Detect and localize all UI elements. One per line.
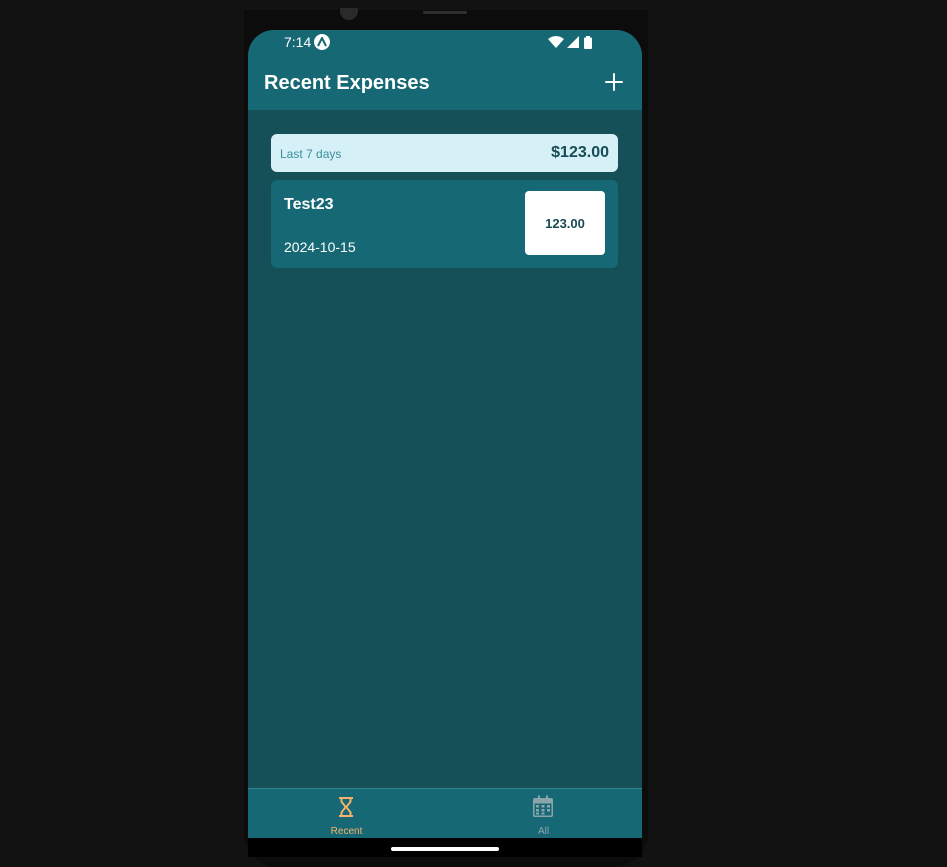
tab-all-label: All	[537, 826, 550, 837]
expense-description: Test23	[284, 196, 334, 213]
summary-period: Last 7 days	[280, 147, 342, 161]
expense-amount-box: 123.00	[525, 191, 605, 255]
expenses-summary: Last 7 days $123.00	[271, 134, 618, 172]
tab-all[interactable]: All	[445, 789, 642, 839]
expense-item[interactable]: Test23 2024-10-15 123.00	[271, 180, 618, 268]
status-time: 7:14	[284, 34, 312, 50]
expense-date: 2024-10-15	[284, 239, 356, 255]
summary-sum: $123.00	[551, 144, 609, 161]
system-navigation-area	[248, 838, 642, 857]
app-header: 7:14 Recent Expenses	[248, 30, 642, 110]
expense-amount: 123.00	[545, 215, 585, 231]
calendar-icon	[533, 795, 553, 817]
gesture-handle[interactable]	[391, 847, 499, 851]
battery-icon	[584, 36, 592, 49]
status-bar: 7:14	[248, 30, 642, 56]
tab-recent-label: Recent	[330, 826, 363, 837]
wifi-icon	[548, 36, 564, 48]
app-screen: 7:14 Recent Expenses Last 7 days $123.00…	[248, 30, 642, 857]
plus-icon	[605, 73, 623, 91]
app-notification-icon	[314, 34, 330, 50]
earpiece	[423, 11, 467, 14]
page-title: Recent Expenses	[264, 72, 430, 94]
tab-recent[interactable]: Recent	[248, 789, 445, 839]
signal-icon	[567, 36, 579, 48]
hourglass-icon	[339, 797, 353, 817]
add-expense-button[interactable]	[602, 70, 626, 94]
expenses-output: Last 7 days $123.00 Test23 2024-10-15 12…	[248, 110, 642, 788]
bottom-tab-bar: Recent All	[248, 788, 642, 839]
